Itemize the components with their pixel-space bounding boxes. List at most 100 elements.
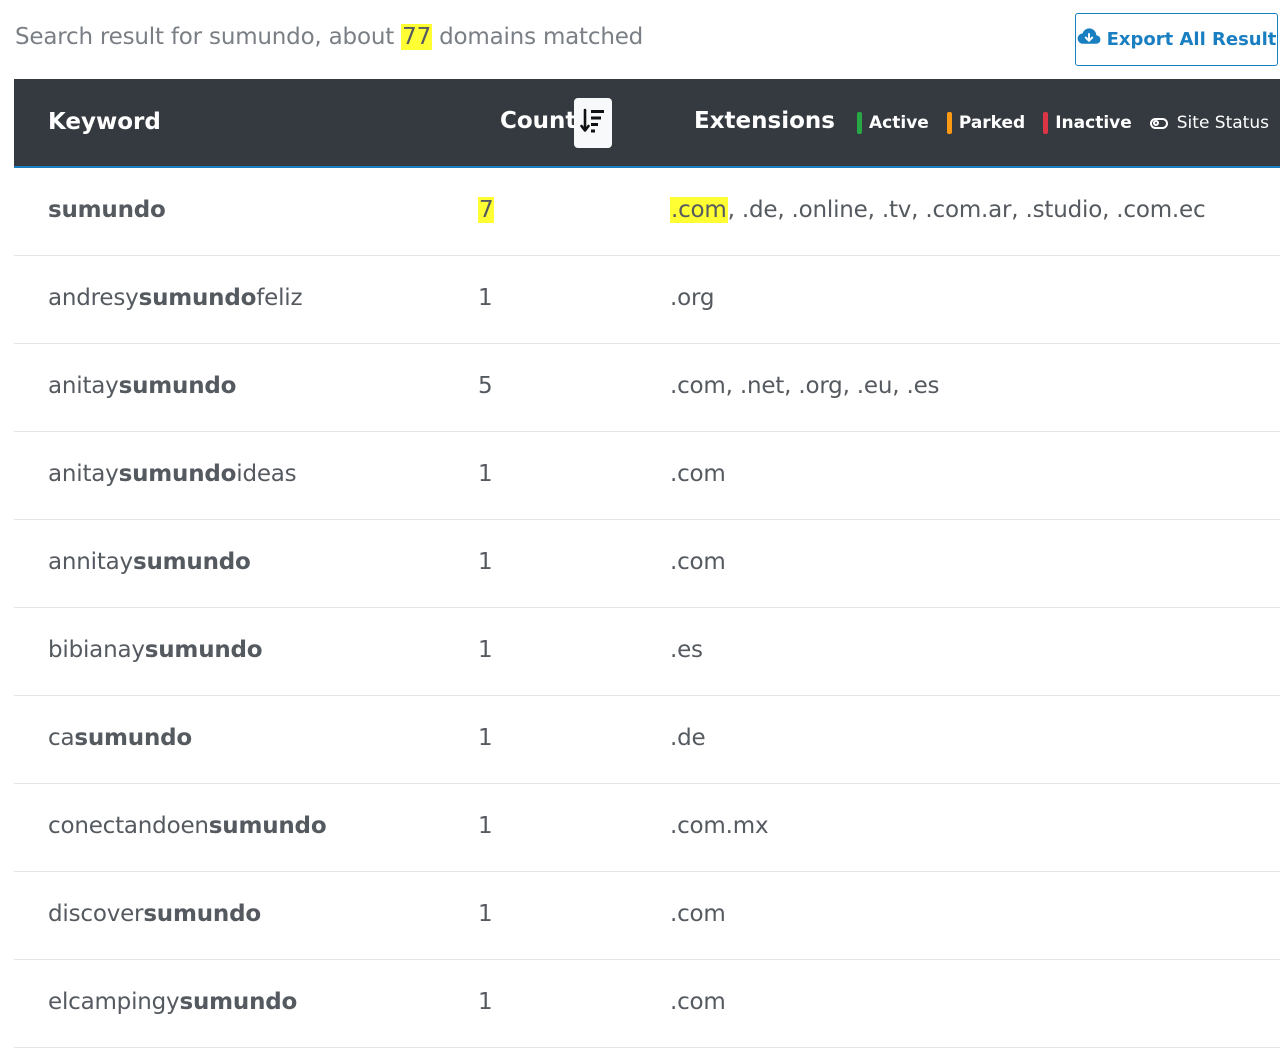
keyword-prefix: ca [48, 725, 75, 751]
legend-inactive-label: Inactive [1055, 113, 1132, 133]
results-header: Search result for sumundo, about 77 doma… [0, 0, 1286, 79]
keyword-match: sumundo [118, 461, 237, 487]
keyword-cell[interactable]: annitaysumundo [48, 549, 251, 575]
keyword-prefix: elcampingy [48, 989, 180, 1015]
extension-first[interactable]: .com [670, 989, 726, 1015]
keyword-prefix: discover [48, 901, 144, 927]
count-cell: 1 [478, 549, 493, 575]
keyword-match: sumundo [179, 989, 298, 1015]
count-cell: 1 [478, 725, 493, 751]
table-row: casumundo 1 .de [14, 696, 1280, 784]
legend-inactive-swatch [1043, 112, 1049, 134]
count-cell: 7 [478, 197, 495, 223]
extension-rest[interactable]: , .net, .org, .eu, .es [726, 373, 940, 399]
keyword-prefix: bibianay [48, 637, 145, 663]
table-row: anitaysumundo 5 .com, .net, .org, .eu, .… [14, 344, 1280, 432]
legend-active: Active [857, 112, 929, 134]
extensions-cell: .com, .de, .online, .tv, .com.ar, .studi… [670, 197, 1206, 223]
extensions-cell: .es [670, 637, 703, 663]
header-count[interactable]: Count [500, 108, 576, 134]
count-cell: 1 [478, 989, 493, 1015]
site-status-label: Site Status [1176, 113, 1269, 133]
toggle-icon [1149, 117, 1168, 129]
count-cell: 1 [478, 461, 493, 487]
extension-first[interactable]: .com [670, 901, 726, 927]
keyword-cell[interactable]: discoversumundo [48, 901, 261, 927]
keyword-match: sumundo [138, 285, 257, 311]
extensions-cell: .de [670, 725, 706, 751]
extension-rest[interactable]: , .de, .online, .tv, .com.ar, .studio, .… [728, 197, 1206, 223]
extension-first[interactable]: .de [670, 725, 706, 751]
extensions-cell: .com [670, 549, 726, 575]
table-row: andresysumundofeliz 1 .org [14, 256, 1280, 344]
status-legend: Active Parked Inactive Site Status [857, 112, 1269, 134]
extensions-cell: .org [670, 285, 714, 311]
sort-count-button[interactable] [574, 98, 612, 148]
summary-prefix: Search result for sumundo, about [15, 24, 402, 50]
extensions-cell: .com, .net, .org, .eu, .es [670, 373, 940, 399]
keyword-cell[interactable]: elcampingysumundo [48, 989, 297, 1015]
keyword-cell[interactable]: anitaysumundoideas [48, 461, 297, 487]
legend-active-swatch [857, 112, 862, 134]
extension-first[interactable]: .com [670, 373, 726, 399]
table-row: sumundo 7 .com, .de, .online, .tv, .com.… [14, 168, 1280, 256]
keyword-match: sumundo [143, 901, 261, 927]
match-count: 77 [401, 24, 433, 50]
keyword-cell[interactable]: bibianaysumundo [48, 637, 263, 663]
legend-parked-label: Parked [958, 113, 1026, 133]
table-row: discoversumundo 1 .com [14, 872, 1280, 960]
keyword-suffix: feliz [256, 285, 303, 311]
site-status-toggle[interactable]: Site Status [1149, 113, 1269, 133]
keyword-match: sumundo [48, 197, 166, 223]
legend-parked: Parked [946, 112, 1026, 134]
keyword-cell[interactable]: sumundo [48, 197, 166, 223]
keyword-prefix: annitay [48, 549, 133, 575]
keyword-cell[interactable]: andresysumundofeliz [48, 285, 303, 311]
count-cell: 1 [478, 813, 493, 839]
cloud-download-icon [1077, 27, 1101, 52]
keyword-match: sumundo [74, 725, 192, 751]
extensions-cell: .com [670, 901, 726, 927]
extension-first[interactable]: .com [670, 461, 726, 487]
summary-suffix: domains matched [432, 24, 644, 50]
header-keyword[interactable]: Keyword [48, 109, 161, 135]
results-table-body: sumundo 7 .com, .de, .online, .tv, .com.… [14, 168, 1280, 1048]
keyword-prefix: anitay [48, 373, 119, 399]
count-cell: 1 [478, 637, 493, 663]
table-row: bibianaysumundo 1 .es [14, 608, 1280, 696]
extensions-cell: .com [670, 461, 726, 487]
table-row: elcampingysumundo 1 .com [14, 960, 1280, 1048]
count-cell: 1 [478, 901, 493, 927]
legend-active-label: Active [869, 113, 929, 133]
table-header: Keyword Count Extensions Active Parked I… [14, 79, 1280, 168]
keyword-prefix: andresy [48, 285, 139, 311]
results-summary: Search result for sumundo, about 77 doma… [15, 24, 643, 50]
legend-inactive: Inactive [1043, 112, 1132, 134]
extensions-cell: .com.mx [670, 813, 769, 839]
count-cell: 5 [478, 373, 493, 399]
count-value: 7 [478, 197, 495, 223]
keyword-cell[interactable]: conectandoensumundo [48, 813, 327, 839]
keyword-prefix: conectandoen [48, 813, 209, 839]
extension-first[interactable]: .es [670, 637, 703, 663]
sort-descending-icon [580, 107, 606, 139]
extension-first[interactable]: .com [670, 197, 728, 223]
keyword-match: sumundo [118, 373, 237, 399]
header-extensions[interactable]: Extensions [694, 108, 835, 134]
extensions-cell: .com [670, 989, 726, 1015]
keyword-suffix: ideas [236, 461, 297, 487]
extension-first[interactable]: .com [670, 549, 726, 575]
keyword-match: sumundo [132, 549, 251, 575]
table-row: anitaysumundoideas 1 .com [14, 432, 1280, 520]
count-cell: 1 [478, 285, 493, 311]
export-all-label: Export All Result [1106, 29, 1277, 50]
table-row: conectandoensumundo 1 .com.mx [14, 784, 1280, 872]
extension-first[interactable]: .com.mx [670, 813, 769, 839]
extension-first[interactable]: .org [670, 285, 714, 311]
keyword-cell[interactable]: casumundo [48, 725, 192, 751]
keyword-cell[interactable]: anitaysumundo [48, 373, 236, 399]
keyword-match: sumundo [144, 637, 263, 663]
keyword-match: sumundo [208, 813, 327, 839]
legend-parked-swatch [946, 112, 952, 134]
export-all-button[interactable]: Export All Result [1075, 13, 1278, 66]
